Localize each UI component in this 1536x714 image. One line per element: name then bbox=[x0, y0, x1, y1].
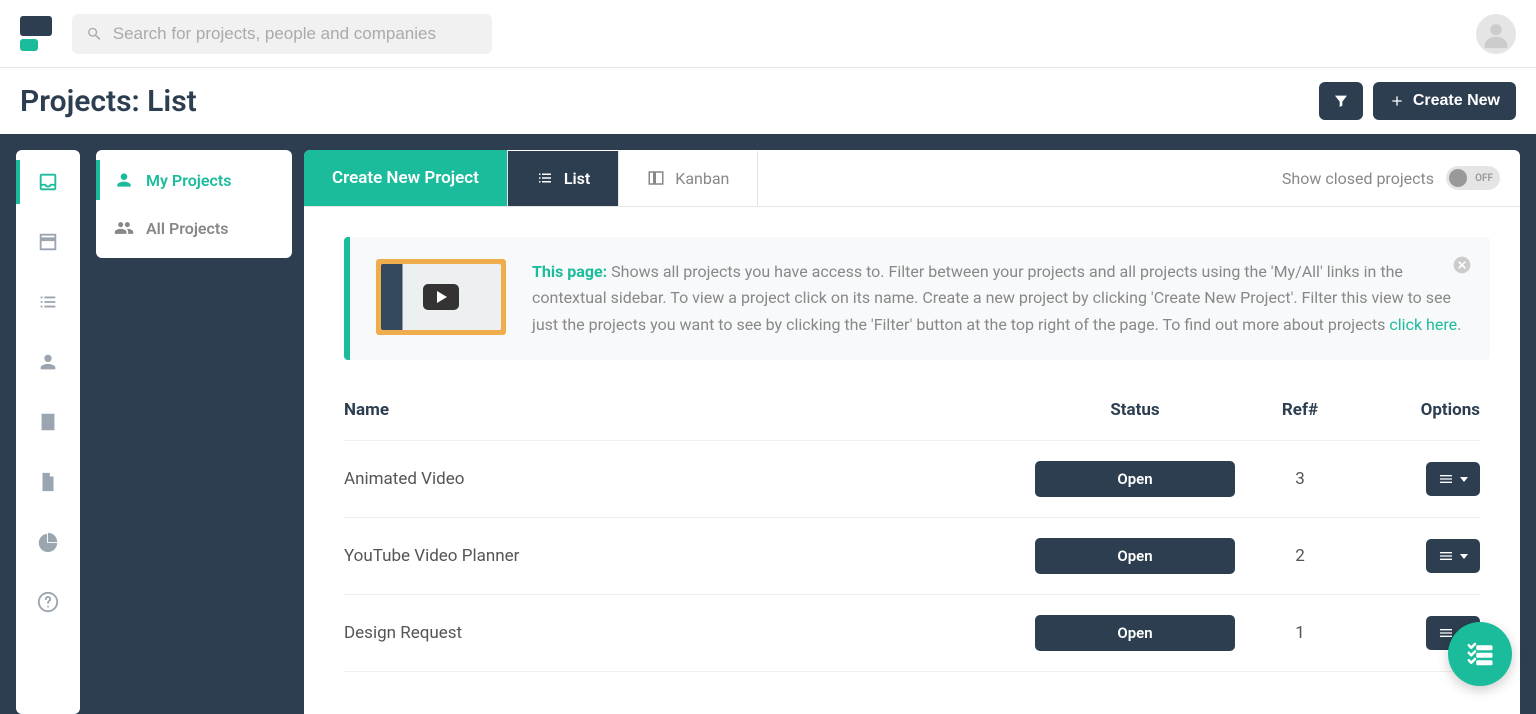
show-closed-wrap: Show closed projects OFF bbox=[1282, 166, 1500, 190]
caret-down-icon bbox=[1460, 554, 1468, 559]
rail-inbox[interactable] bbox=[36, 170, 60, 194]
status-pill[interactable]: Open bbox=[1035, 615, 1235, 651]
header-ref: Ref# bbox=[1240, 400, 1360, 420]
checklist-icon bbox=[1465, 639, 1495, 669]
tab-list[interactable]: List bbox=[508, 151, 619, 206]
info-link[interactable]: click here bbox=[1389, 315, 1457, 334]
inbox-icon bbox=[37, 171, 59, 193]
rail-help[interactable] bbox=[36, 590, 60, 614]
table-row: YouTube Video Planner Open 2 bbox=[344, 518, 1480, 595]
all-projects-label: All Projects bbox=[146, 219, 228, 238]
document-icon bbox=[37, 471, 59, 493]
show-closed-toggle[interactable]: OFF bbox=[1446, 166, 1500, 190]
project-ref: 3 bbox=[1240, 469, 1360, 489]
people-icon bbox=[114, 218, 134, 238]
project-ref: 2 bbox=[1240, 546, 1360, 566]
rail-building[interactable] bbox=[36, 410, 60, 434]
building-icon bbox=[37, 411, 59, 433]
search-icon bbox=[86, 25, 103, 43]
tab-kanban[interactable]: Kanban bbox=[619, 151, 758, 206]
create-new-button[interactable]: Create New bbox=[1373, 82, 1516, 120]
menu-icon bbox=[1438, 548, 1454, 564]
table-row: Animated Video Open 3 bbox=[344, 441, 1480, 518]
top-header bbox=[0, 0, 1536, 68]
info-after: . bbox=[1457, 315, 1461, 334]
tab-kanban-label: Kanban bbox=[675, 169, 729, 188]
page-title: Projects: List bbox=[20, 84, 197, 119]
sub-sidebar: My Projects All Projects bbox=[96, 150, 292, 258]
person-icon bbox=[114, 170, 134, 190]
project-name[interactable]: Design Request bbox=[344, 623, 1030, 643]
rail-list[interactable] bbox=[36, 290, 60, 314]
sidebar-item-all-projects[interactable]: All Projects bbox=[96, 204, 292, 252]
info-body: Shows all projects you have access to. F… bbox=[532, 262, 1451, 334]
list-icon bbox=[37, 291, 59, 313]
filter-icon bbox=[1333, 93, 1349, 109]
play-icon bbox=[423, 284, 459, 310]
caret-down-icon bbox=[1460, 477, 1468, 482]
header-options: Options bbox=[1360, 400, 1480, 420]
search-input[interactable] bbox=[113, 24, 478, 44]
tab-create-project[interactable]: Create New Project bbox=[304, 150, 508, 206]
show-closed-label: Show closed projects bbox=[1282, 169, 1434, 188]
rail-document[interactable] bbox=[36, 470, 60, 494]
main-wrap: My Projects All Projects Create New Proj… bbox=[0, 134, 1536, 714]
rail-chart[interactable] bbox=[36, 530, 60, 554]
project-ref: 1 bbox=[1240, 623, 1360, 643]
rail-window[interactable] bbox=[36, 230, 60, 254]
table-header: Name Status Ref# Options bbox=[344, 380, 1480, 441]
row-options-button[interactable] bbox=[1426, 462, 1480, 496]
kanban-icon bbox=[647, 169, 665, 187]
info-text: This page: Shows all projects you have a… bbox=[532, 259, 1464, 338]
plus-icon bbox=[1389, 93, 1405, 109]
tab-list-label: List bbox=[564, 169, 590, 188]
create-new-label: Create New bbox=[1413, 92, 1500, 110]
page-header: Projects: List Create New bbox=[0, 68, 1536, 134]
project-name[interactable]: Animated Video bbox=[344, 469, 1030, 489]
status-pill[interactable]: Open bbox=[1035, 461, 1235, 497]
row-options-button[interactable] bbox=[1426, 539, 1480, 573]
rail-person[interactable] bbox=[36, 350, 60, 374]
close-icon bbox=[1452, 255, 1472, 275]
list-icon bbox=[536, 169, 554, 187]
help-icon bbox=[37, 591, 59, 613]
tab-create-label: Create New Project bbox=[332, 168, 479, 188]
app-logo[interactable] bbox=[20, 16, 52, 51]
status-pill[interactable]: Open bbox=[1035, 538, 1235, 574]
pie-chart-icon bbox=[37, 531, 59, 553]
table-row: Design Request Open 1 bbox=[344, 595, 1480, 672]
filter-button[interactable] bbox=[1319, 82, 1363, 120]
search-box[interactable] bbox=[72, 14, 492, 54]
info-box: This page: Shows all projects you have a… bbox=[344, 237, 1490, 360]
header-name: Name bbox=[344, 400, 1030, 420]
info-close-button[interactable] bbox=[1452, 255, 1472, 275]
window-icon bbox=[37, 231, 59, 253]
fab-checklist[interactable] bbox=[1448, 622, 1512, 686]
person-icon bbox=[37, 351, 59, 373]
projects-table: Name Status Ref# Options Animated Video … bbox=[344, 380, 1480, 672]
user-avatar[interactable] bbox=[1476, 14, 1516, 54]
user-icon bbox=[1479, 17, 1513, 51]
project-name[interactable]: YouTube Video Planner bbox=[344, 546, 1030, 566]
content-panel: Create New Project List Kanban Show clos… bbox=[304, 150, 1520, 714]
toggle-off-label: OFF bbox=[1475, 173, 1493, 184]
menu-icon bbox=[1438, 471, 1454, 487]
my-projects-label: My Projects bbox=[146, 171, 231, 190]
info-video-thumb[interactable] bbox=[376, 259, 506, 335]
header-status: Status bbox=[1030, 400, 1240, 420]
info-prefix: This page: bbox=[532, 262, 607, 281]
nav-rail bbox=[16, 150, 80, 714]
sidebar-item-my-projects[interactable]: My Projects bbox=[96, 156, 292, 204]
tabs-row: Create New Project List Kanban Show clos… bbox=[304, 150, 1520, 207]
